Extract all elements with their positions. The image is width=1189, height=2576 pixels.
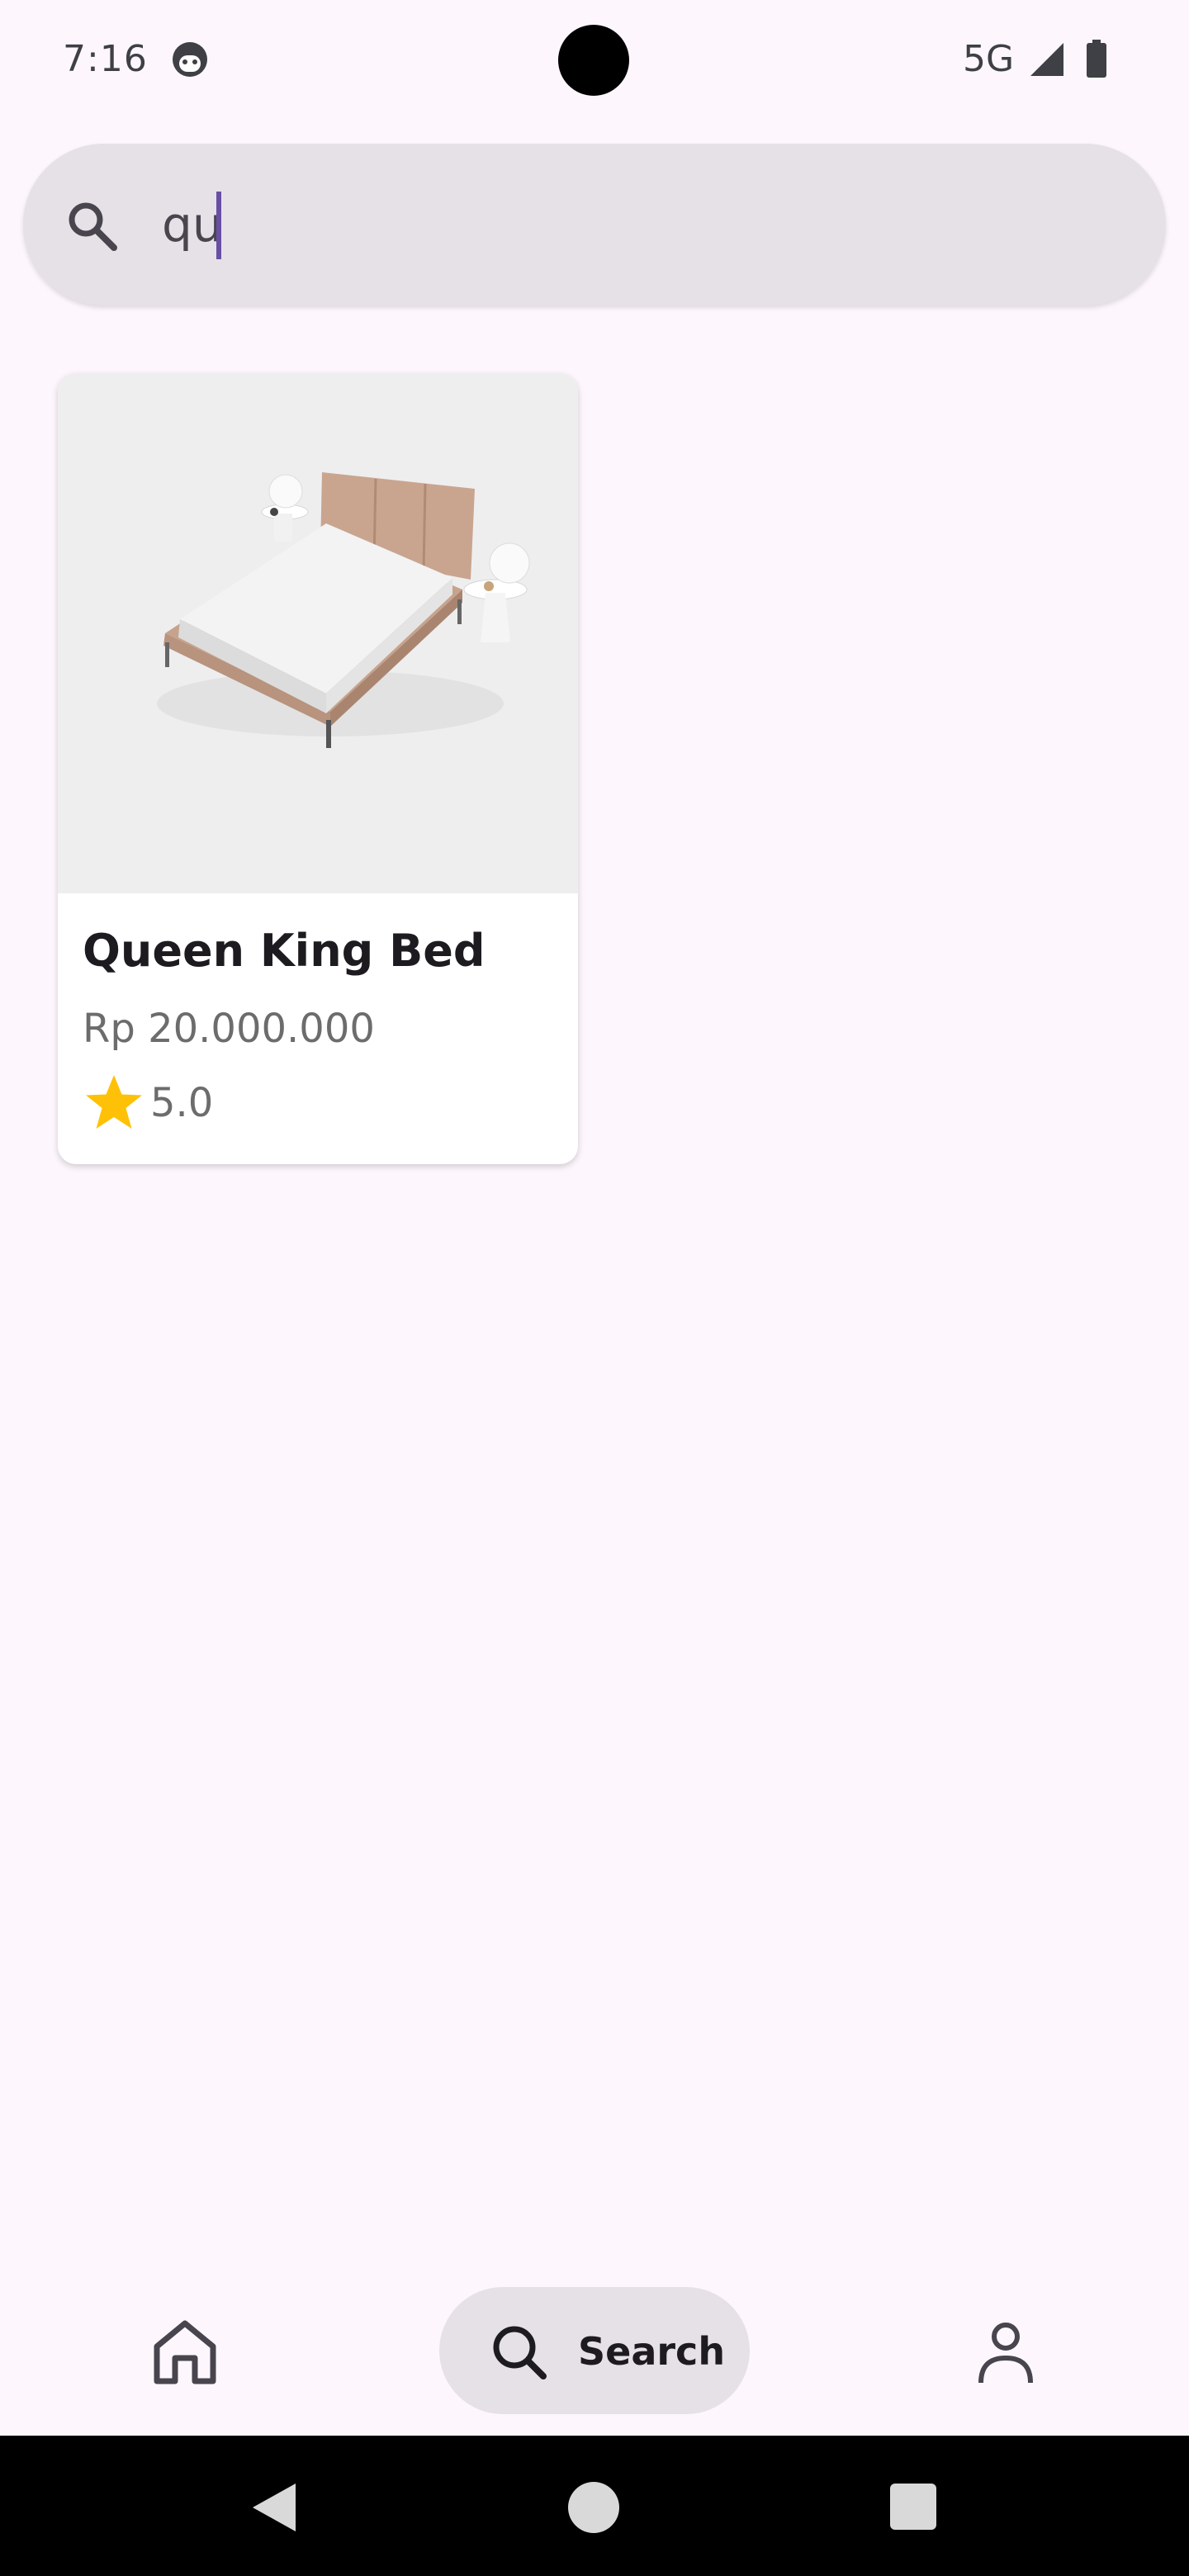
product-card[interactable]: Queen King Bed Rp 20.000.000 5.0 [58,373,578,1164]
home-circle-icon[interactable] [568,2482,619,2533]
search-input[interactable] [162,187,1070,263]
product-price: Rp 20.000.000 [83,1006,375,1052]
rating-value: 5.0 [150,1080,214,1126]
face-icon [173,42,207,77]
back-icon[interactable] [249,2482,297,2533]
bed-illustration [58,373,578,893]
status-bar: 7:16 5G [0,0,1189,124]
battery-icon [1087,40,1106,78]
search-icon [69,202,117,251]
signal-icon [1030,43,1063,76]
product-image [58,373,578,893]
text-cursor [216,192,221,259]
person-icon[interactable] [971,2317,1040,2386]
star-icon [86,1075,142,1129]
recents-icon[interactable] [890,2484,936,2530]
product-name: Queen King Bed [83,925,486,977]
search-icon [493,2326,547,2379]
status-time: 7:16 [63,38,148,80]
nav-search-label[interactable]: Search [578,2327,725,2376]
network-type: 5G [963,38,1015,80]
camera-cutout [558,25,629,96]
home-icon[interactable] [145,2312,225,2391]
